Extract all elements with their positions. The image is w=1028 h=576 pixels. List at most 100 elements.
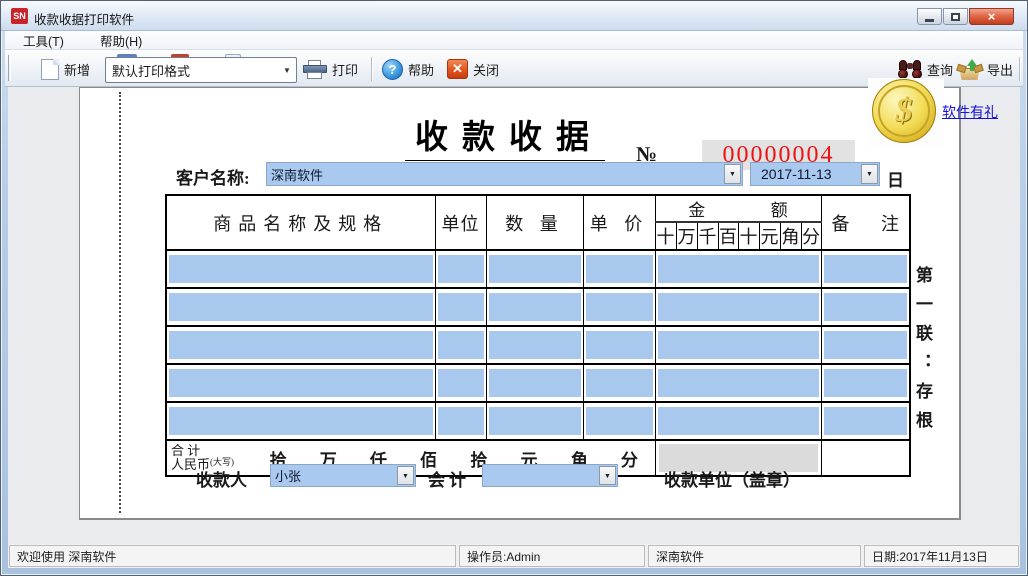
column-header-price: 单 价 — [583, 195, 655, 250]
note-cell[interactable] — [824, 293, 908, 321]
toolbar-grip — [8, 55, 11, 81]
amount-digit-header: 分 — [801, 222, 821, 250]
amount-cell[interactable] — [658, 407, 819, 435]
amount-digit-header: 万 — [676, 222, 697, 250]
accountant-label: 会计 — [428, 466, 470, 491]
new-button[interactable]: 新增 — [41, 55, 90, 83]
column-header-product: 商品名称及规格 — [166, 195, 435, 250]
help-icon: ? — [382, 59, 403, 80]
close-button[interactable]: ✕ 关闭 — [447, 55, 499, 83]
export-button[interactable]: 导出 — [958, 55, 1013, 83]
window-title: 收款收据打印软件 — [34, 9, 134, 28]
amount-digit-header: 十 — [655, 222, 676, 250]
table-row — [166, 326, 910, 364]
receipt-paper: 收款收据 № 00000004 客户名称: 深南软件 ▼ 2017-11-13 … — [79, 87, 961, 520]
price-cell[interactable] — [586, 369, 653, 397]
customer-combobox[interactable]: 深南软件 ▼ — [266, 162, 743, 186]
amount-cell[interactable] — [658, 255, 819, 283]
receipt-table: 商品名称及规格 单位 数 量 单 价 金额 备注 十 万 千 百 十 — [165, 194, 911, 477]
date-suffix: 日 — [887, 166, 904, 191]
amount-cell[interactable] — [658, 369, 819, 397]
maximize-button[interactable] — [943, 8, 968, 25]
column-header-note: 备注 — [821, 195, 910, 250]
product-cell[interactable] — [169, 407, 433, 435]
status-company: 深南软件 — [648, 545, 861, 567]
help-button[interactable]: ? 帮助 — [382, 55, 434, 83]
column-header-quantity: 数 量 — [486, 195, 583, 250]
product-cell[interactable] — [169, 331, 433, 359]
printer-icon — [303, 60, 327, 79]
payee-combobox[interactable]: 小张 ▼ — [270, 464, 416, 487]
minimize-button[interactable] — [917, 8, 942, 25]
unit-cell[interactable] — [438, 293, 484, 321]
app-icon: SN — [11, 8, 28, 24]
quantity-cell[interactable] — [489, 293, 581, 321]
minimize-icon — [925, 19, 934, 22]
quantity-cell[interactable] — [489, 255, 581, 283]
date-combobox[interactable]: 2017-11-13 ▼ — [750, 162, 880, 186]
chevron-down-icon[interactable]: ▼ — [861, 164, 878, 184]
total-note-cell — [821, 440, 910, 476]
close-icon: ✕ — [447, 59, 468, 79]
promo-link[interactable]: 软件有礼 — [942, 102, 998, 122]
new-document-icon — [41, 59, 59, 80]
product-cell[interactable] — [169, 369, 433, 397]
export-box-icon — [958, 59, 982, 80]
amount-digit-header: 十 — [738, 222, 759, 250]
table-row — [166, 250, 910, 288]
payee-label: 收款人 — [196, 466, 247, 491]
app-window: SN 收款收据打印软件 × 工具(T) 帮助(H) 新增 默认打印格式 ▼ 打印 — [0, 0, 1028, 576]
accountant-combobox[interactable]: ▼ — [482, 464, 618, 487]
print-format-combobox[interactable]: 默认打印格式 ▼ — [105, 57, 297, 83]
price-cell[interactable] — [586, 255, 653, 283]
quantity-cell[interactable] — [489, 369, 581, 397]
print-button[interactable]: 打印 — [303, 55, 358, 83]
table-row — [166, 402, 910, 440]
unit-cell[interactable] — [438, 407, 484, 435]
unit-cell[interactable] — [438, 369, 484, 397]
note-cell[interactable] — [824, 407, 908, 435]
amount-cell[interactable] — [658, 331, 819, 359]
table-row — [166, 364, 910, 402]
status-bar: 欢迎使用 深南软件 操作员:Admin 深南软件 日期:2017年11月13日 — [8, 544, 1020, 568]
menu-help[interactable]: 帮助(H) — [96, 30, 146, 51]
customer-name-label: 客户名称: — [176, 164, 250, 189]
promo-coin[interactable]: $ — [868, 78, 944, 148]
unit-cell[interactable] — [438, 331, 484, 359]
copy-label: 第一联：存根 — [910, 266, 935, 536]
amount-digit-header: 元 — [759, 222, 780, 250]
menu-tools[interactable]: 工具(T) — [19, 30, 68, 51]
note-cell[interactable] — [824, 255, 908, 283]
price-cell[interactable] — [586, 293, 653, 321]
toolbar-separator — [371, 57, 372, 81]
amount-digit-header: 角 — [780, 222, 801, 250]
receiving-unit-label: 收款单位（盖章） — [664, 466, 800, 491]
amount-cell[interactable] — [658, 293, 819, 321]
status-welcome: 欢迎使用 深南软件 — [9, 545, 456, 567]
amount-digit-header: 百 — [718, 222, 738, 250]
main-content: 收款收据 № 00000004 客户名称: 深南软件 ▼ 2017-11-13 … — [8, 87, 1020, 544]
quantity-cell[interactable] — [489, 407, 581, 435]
maximize-icon — [951, 13, 960, 21]
product-cell[interactable] — [169, 255, 433, 283]
note-cell[interactable] — [824, 331, 908, 359]
column-header-amount: 金额 — [655, 195, 821, 222]
chevron-down-icon[interactable]: ▼ — [397, 466, 414, 485]
close-window-button[interactable]: × — [969, 8, 1014, 25]
chevron-down-icon[interactable]: ▼ — [724, 164, 741, 184]
unit-cell[interactable] — [438, 255, 484, 283]
chevron-down-icon: ▼ — [278, 58, 296, 82]
chevron-down-icon[interactable]: ▼ — [599, 466, 616, 485]
price-cell[interactable] — [586, 407, 653, 435]
status-operator: 操作员:Admin — [459, 545, 645, 567]
quantity-cell[interactable] — [489, 331, 581, 359]
receipt-title: 收款收据 — [405, 110, 605, 164]
status-date: 日期:2017年11月13日 — [864, 545, 1019, 567]
note-cell[interactable] — [824, 369, 908, 397]
toolbar-separator — [1019, 57, 1020, 81]
price-cell[interactable] — [586, 331, 653, 359]
title-bar: SN 收款收据打印软件 × — [1, 1, 1027, 31]
column-header-unit: 单位 — [435, 195, 486, 250]
product-cell[interactable] — [169, 293, 433, 321]
table-row — [166, 288, 910, 326]
